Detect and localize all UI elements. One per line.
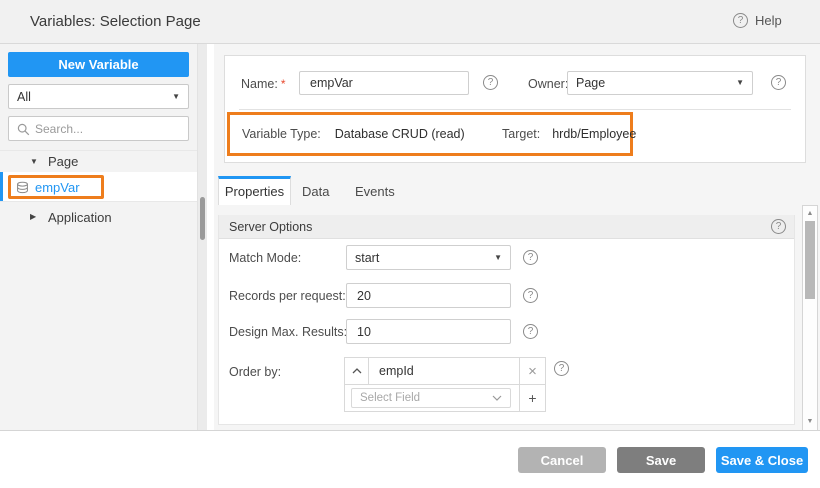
required-marker: * xyxy=(281,77,286,91)
sidebar-scrollbar[interactable] xyxy=(197,44,207,430)
selected-indicator xyxy=(0,172,3,201)
database-variable-icon xyxy=(16,181,29,194)
order-by-label: Order by: xyxy=(229,365,281,379)
name-label: Name:* xyxy=(241,77,286,91)
chevron-up-icon xyxy=(352,368,362,374)
remove-field-button[interactable]: × xyxy=(519,358,545,384)
sidebar-scrollbar-thumb[interactable] xyxy=(200,197,205,240)
owner-select[interactable]: Page ▼ xyxy=(567,71,753,95)
design-max-results-row: Design Max. Results: ? xyxy=(219,319,794,344)
match-mode-select[interactable]: start ▼ xyxy=(346,245,511,270)
content-area: New Variable All ▼ ▼ Page xyxy=(0,44,820,431)
caret-right-icon: ▶ xyxy=(30,213,36,221)
save-button[interactable]: Save xyxy=(617,447,705,473)
records-per-request-label: Records per request: xyxy=(229,289,346,303)
records-per-request-input[interactable] xyxy=(346,283,511,308)
target-value: hrdb/Employee xyxy=(552,127,636,141)
name-input[interactable] xyxy=(299,71,469,95)
match-mode-row: Match Mode: start ▼ ? xyxy=(219,245,794,270)
help-button[interactable]: ? Help xyxy=(733,13,782,28)
owner-help-icon[interactable]: ? xyxy=(771,75,786,90)
select-field-placeholder: Select Field xyxy=(360,392,420,404)
close-icon: × xyxy=(528,363,537,380)
tree-node-label: Application xyxy=(48,210,112,225)
order-by-field-value[interactable]: empId xyxy=(369,358,519,384)
chevron-down-icon xyxy=(492,395,502,401)
server-options-header: Server Options ? xyxy=(219,215,794,239)
add-field-button[interactable]: + xyxy=(519,385,545,411)
design-max-help-icon[interactable]: ? xyxy=(523,324,538,339)
tab-properties[interactable]: Properties xyxy=(218,176,291,205)
records-per-request-row: Records per request: ? xyxy=(219,283,794,308)
chevron-down-icon: ▼ xyxy=(494,254,502,262)
scroll-down-arrow-icon[interactable]: ▼ xyxy=(803,417,817,427)
help-label: Help xyxy=(755,13,782,28)
highlight-annotation: empVar xyxy=(8,175,104,199)
name-help-icon[interactable]: ? xyxy=(483,75,498,90)
match-mode-label: Match Mode: xyxy=(229,251,301,265)
panel-scrollbar[interactable]: ▲ ▼ xyxy=(802,205,818,431)
caret-down-icon: ▼ xyxy=(30,158,38,166)
variable-filter-select[interactable]: All ▼ xyxy=(8,84,189,109)
tree-node-application[interactable]: ▶ Application xyxy=(0,202,197,232)
order-by-widget: empId × Select Field xyxy=(344,357,546,412)
owner-selected-value: Page xyxy=(576,76,605,90)
properties-panel: Server Options ? Match Mode: start ▼ ? R… xyxy=(218,215,795,425)
chevron-down-icon: ▼ xyxy=(736,79,744,87)
page-title: Variables: Selection Page xyxy=(30,13,201,30)
design-max-results-label: Design Max. Results: xyxy=(229,325,347,339)
panel-scrollbar-thumb[interactable] xyxy=(805,221,815,299)
help-icon: ? xyxy=(733,13,748,28)
select-field-dropdown[interactable]: Select Field xyxy=(351,388,511,408)
dialog-footer: Cancel Save Save & Close xyxy=(0,431,820,488)
variable-name-label: empVar xyxy=(35,180,80,195)
search-box xyxy=(8,116,189,141)
order-by-help-icon[interactable]: ? xyxy=(554,361,569,376)
tree-item-empvar[interactable]: empVar xyxy=(0,172,197,202)
main-pane: Name:* ? Owner:* Page ▼ ? Variable Type:… xyxy=(214,44,820,430)
save-and-close-button[interactable]: Save & Close xyxy=(716,447,808,473)
card-divider xyxy=(239,109,791,110)
server-options-help-icon[interactable]: ? xyxy=(771,219,786,234)
variable-type-label: Variable Type: xyxy=(242,127,321,141)
records-help-icon[interactable]: ? xyxy=(523,288,538,303)
match-mode-help-icon[interactable]: ? xyxy=(523,250,538,265)
tree-node-page[interactable]: ▼ Page xyxy=(0,150,197,172)
variable-type-highlight: Variable Type: Database CRUD (read) Targ… xyxy=(227,112,633,156)
variables-sidebar: New Variable All ▼ ▼ Page xyxy=(0,44,197,430)
section-title: Server Options xyxy=(229,220,312,234)
scroll-up-arrow-icon[interactable]: ▲ xyxy=(803,209,817,219)
plus-icon: + xyxy=(528,390,536,406)
target-label: Target: xyxy=(502,127,540,141)
variables-dialog: Variables: Selection Page ? Help New Var… xyxy=(0,0,820,488)
dialog-header: Variables: Selection Page ? Help xyxy=(0,0,820,44)
variable-type-value: Database CRUD (read) xyxy=(335,127,465,141)
variable-summary-card: Name:* ? Owner:* Page ▼ ? Variable Type:… xyxy=(224,55,806,163)
cancel-button[interactable]: Cancel xyxy=(518,447,606,473)
tab-events[interactable]: Events xyxy=(355,176,395,205)
tab-data[interactable]: Data xyxy=(302,176,329,205)
sort-direction-button[interactable] xyxy=(345,358,369,384)
chevron-down-icon: ▼ xyxy=(172,93,180,101)
order-by-row: Order by: empId × xyxy=(219,357,794,413)
tree-node-label: Page xyxy=(48,154,78,169)
design-max-results-input[interactable] xyxy=(346,319,511,344)
search-input[interactable] xyxy=(9,117,188,140)
new-variable-button[interactable]: New Variable xyxy=(8,52,189,77)
match-mode-value: start xyxy=(355,251,379,265)
filter-selected-value: All xyxy=(17,90,31,104)
